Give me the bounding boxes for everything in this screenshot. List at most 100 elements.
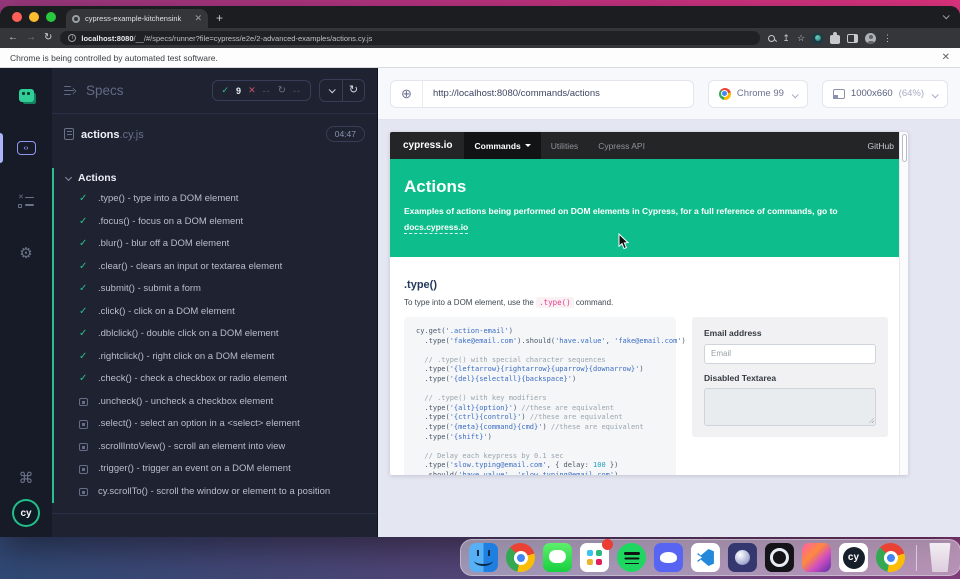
test-row[interactable]: .select() - select an option in a <selec… <box>54 413 377 436</box>
scrollbar-thumb[interactable] <box>902 134 907 162</box>
vscode-dock-icon[interactable] <box>691 543 720 572</box>
browser-select[interactable]: Chrome 99 <box>708 80 808 108</box>
specs-label: Specs <box>86 83 124 98</box>
test-row[interactable]: ✓ .type() - type into a DOM element <box>54 188 377 211</box>
tab-search-icon[interactable] <box>943 6 948 24</box>
viewport-select[interactable]: 1000x660 (64%) <box>822 80 948 108</box>
test-row[interactable]: ✓ .focus() - focus on a DOM element <box>54 211 377 234</box>
reporter-panel: Specs ✓ 9 ✕ -- ↻ -- ↻ actions.cy.js 04:4… <box>52 68 378 537</box>
cypress-extension-icon[interactable] <box>812 33 823 44</box>
cypress-dock-icon[interactable] <box>839 543 868 572</box>
viewport-icon <box>833 89 845 99</box>
zoom-window-button[interactable] <box>46 12 56 22</box>
test-row[interactable]: ✓ .click() - click on a DOM element <box>54 301 377 324</box>
trash-dock-icon[interactable] <box>928 543 952 572</box>
test-row[interactable]: ✓ .check() - check a checkbox or radio e… <box>54 368 377 391</box>
chevron-down-icon <box>932 85 937 103</box>
docs-link[interactable]: docs.cypress.io <box>404 222 468 234</box>
close-window-button[interactable] <box>12 12 22 22</box>
test-row[interactable]: ✓ .clear() - clears an input or textarea… <box>54 256 377 279</box>
runner-pane: ⊕ http://localhost:8080/commands/actions… <box>378 68 960 537</box>
profile-avatar[interactable] <box>865 33 876 44</box>
textarea-label: Disabled Textarea <box>704 373 876 383</box>
minimize-window-button[interactable] <box>29 12 39 22</box>
selector-playground-icon[interactable]: ⊕ <box>391 81 423 107</box>
share-icon[interactable]: ↥ <box>782 33 790 43</box>
spotify-dock-icon[interactable] <box>617 543 646 572</box>
address-bar[interactable]: i localhost:8080/__/#/specs/runner?file=… <box>60 31 760 45</box>
aut-url-bar: ⊕ http://localhost:8080/commands/actions <box>390 80 694 108</box>
test-row[interactable]: ✓ .submit() - submit a form <box>54 278 377 301</box>
test-status-icon: ✓ <box>79 283 89 295</box>
forward-icon[interactable]: → <box>26 33 36 43</box>
infobar-close-icon[interactable]: ✕ <box>942 52 950 63</box>
rail-item-runner[interactable]: ‹› <box>0 135 52 161</box>
test-row[interactable]: .uncheck() - uncheck a checkbox element <box>54 391 377 414</box>
nav-utilities[interactable]: Utilities <box>541 132 588 159</box>
viewport-size: 1000x660 <box>851 88 893 99</box>
keyboard-shortcuts-icon[interactable]: ⌘ <box>19 471 34 487</box>
sidebar-panel-icon[interactable] <box>847 34 858 43</box>
suite-header[interactable]: Actions <box>54 168 377 188</box>
chrome-dock-icon[interactable] <box>506 543 535 572</box>
resize-grip-icon <box>868 417 874 423</box>
spec-duration-badge: 04:47 <box>326 126 365 142</box>
test-row[interactable]: ✓ .blur() - blur off a DOM element <box>54 233 377 256</box>
zoom-search-icon[interactable] <box>768 35 775 42</box>
tab-close-icon[interactable]: ✕ <box>194 14 202 23</box>
spec-extension: .cy.js <box>120 129 144 141</box>
test-status-icon <box>79 418 89 430</box>
test-row[interactable]: .trigger() - trigger an event on a DOM e… <box>54 458 377 481</box>
rail-item-settings[interactable]: ⚙ <box>0 241 52 267</box>
orb-app-dock-icon[interactable] <box>728 543 757 572</box>
specs-list-icon <box>64 86 77 96</box>
test-row[interactable]: ✓ .dblclick() - double click on a DOM el… <box>54 323 377 346</box>
messages-dock-icon[interactable] <box>543 543 572 572</box>
new-tab-button[interactable]: + <box>216 11 223 25</box>
chrome-alt-dock-icon[interactable] <box>876 543 905 572</box>
slack-dock-icon[interactable] <box>580 543 609 572</box>
nav-commands[interactable]: Commands <box>464 132 540 159</box>
dock <box>460 539 960 576</box>
browser-tab[interactable]: cypress-example-kitchensink ✕ <box>66 9 208 28</box>
preview-scrollbar[interactable] <box>899 132 908 475</box>
test-status-icon: ✓ <box>79 261 89 273</box>
cypress-logo[interactable]: cy <box>14 501 38 525</box>
nav-github[interactable]: GitHub <box>868 141 894 151</box>
reload-icon[interactable]: ↻ <box>44 33 52 43</box>
site-info-icon[interactable]: i <box>68 34 76 42</box>
nav-cypress-api[interactable]: Cypress API <box>588 132 655 159</box>
discord-dock-icon[interactable] <box>654 543 683 572</box>
browser-menu-icon[interactable]: ⋮ <box>883 33 892 43</box>
aut-url[interactable]: http://localhost:8080/commands/actions <box>423 88 610 99</box>
skipped-icon: ↻ <box>278 86 286 95</box>
spec-file-row[interactable]: actions.cy.js 04:47 <box>52 114 377 154</box>
rail-item-debug[interactable]: ✕ <box>0 188 52 214</box>
test-label: .focus() - focus on a DOM element <box>98 216 243 229</box>
cypress-app: ‹› ✕ ⚙ ⌘ cy Specs ✓ 9 ✕ -- ↻ -- <box>0 68 960 537</box>
test-status-icon: ✓ <box>79 328 89 340</box>
test-row[interactable]: ✓ .rightclick() - right click on a DOM e… <box>54 346 377 369</box>
rerun-tests-button[interactable]: ↻ <box>342 80 364 101</box>
gradient-app-dock-icon[interactable] <box>802 543 831 572</box>
test-row[interactable]: .scrollIntoView() - scroll an element in… <box>54 436 377 459</box>
browser-window: cypress-example-kitchensink ✕ + ← → ↻ i … <box>0 6 960 537</box>
traffic-lights <box>0 6 66 28</box>
skipped-count: -- <box>293 86 301 96</box>
hero-description: Examples of actions being performed on D… <box>404 205 884 217</box>
test-label: .check() - check a checkbox or radio ele… <box>98 373 287 386</box>
test-status-icon <box>79 463 89 475</box>
test-row[interactable]: cy.scrollTo() - scroll the window or ele… <box>54 481 377 504</box>
email-field[interactable] <box>704 344 876 364</box>
bookmark-star-icon[interactable]: ☆ <box>797 33 805 43</box>
test-label: .scrollIntoView() - scroll an element in… <box>98 441 285 454</box>
finder-dock-icon[interactable] <box>469 543 498 572</box>
quicktime-dock-icon[interactable] <box>765 543 794 572</box>
kitchensink-brand[interactable]: cypress.io <box>403 140 452 151</box>
extensions-puzzle-icon[interactable] <box>830 35 840 44</box>
kitchensink-navbar: cypress.io Commands Utilities Cypress AP… <box>390 132 908 159</box>
collapse-all-button[interactable] <box>320 80 342 101</box>
back-icon[interactable]: ← <box>8 33 18 43</box>
passed-icon: ✓ <box>222 85 230 96</box>
rail-item-specs[interactable] <box>0 82 52 108</box>
